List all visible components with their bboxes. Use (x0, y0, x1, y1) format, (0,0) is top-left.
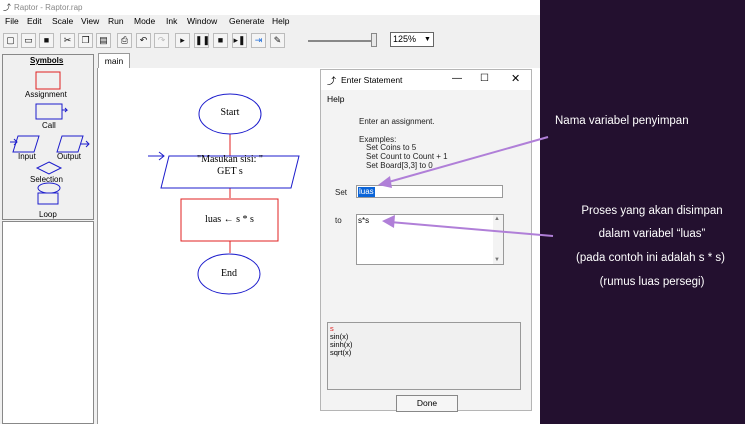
title-bar: ⤴ Raptor - Raptor.rap (0, 0, 540, 15)
annotation-process-line-1: Proses yang akan disimpan (581, 205, 723, 217)
function-suggestions-list[interactable]: s sin(x) sinh(x) sqrt(x) (327, 322, 521, 390)
undo-icon[interactable]: ↶ (136, 33, 151, 48)
variables-panel (2, 221, 94, 424)
maximize-icon[interactable]: ☐ (480, 73, 489, 84)
annotation-process-line-4: (rumus luas persegi) (599, 276, 705, 288)
menu-file[interactable]: File (5, 16, 19, 26)
call-symbol[interactable] (35, 103, 63, 120)
annotation-process-line-3: (pada contoh ini adalah s * s) (576, 252, 725, 264)
save-icon[interactable]: ■ (39, 33, 54, 48)
menu-bar: File Edit Scale View Run Mode Ink Window… (0, 15, 540, 28)
symbol-label-loop: Loop (39, 210, 57, 219)
dialog-title-bar: ⤴ Enter Statement — ☐ ✕ (321, 70, 531, 90)
speed-slider-track[interactable] (308, 40, 372, 42)
expression-input[interactable]: s*s ▲ ▼ (356, 214, 504, 265)
symbols-panel: Symbols Assignment Call Input Output Sel… (2, 54, 94, 220)
set-label: Set (335, 188, 348, 197)
set-variable-value: luas (358, 187, 375, 197)
instruction-text: Enter an assignment. (359, 117, 435, 126)
menu-edit[interactable]: Edit (27, 16, 42, 26)
zoom-select[interactable]: 125% ▼ (390, 32, 434, 47)
assignment-label: luas ← s * s (205, 214, 254, 225)
symbols-icons (10, 71, 90, 205)
pen-icon[interactable]: ✎ (270, 33, 285, 48)
symbol-label-assignment: Assignment (25, 90, 67, 99)
input-text: "Masukan sisi: " GET s (166, 154, 294, 178)
menu-run[interactable]: Run (108, 16, 124, 26)
dialog-title: Enter Statement (341, 75, 403, 85)
input-get: GET s (217, 166, 243, 177)
print-icon[interactable]: ⎙ (117, 33, 132, 48)
symbol-label-output: Output (57, 152, 82, 161)
open-folder-icon[interactable]: ▭ (21, 33, 36, 48)
enter-statement-dialog: ⤴ Enter Statement — ☐ ✕ Help Enter an as… (320, 69, 532, 412)
to-label: to (335, 216, 342, 225)
close-icon[interactable]: ✕ (511, 72, 520, 85)
menu-scale[interactable]: Scale (52, 16, 73, 26)
function-items: s sin(x) sinh(x) sqrt(x) (330, 325, 353, 357)
step-icon[interactable]: ▸❚ (232, 33, 247, 48)
scroll-down-icon[interactable]: ▼ (494, 257, 500, 263)
tab-main[interactable]: main (98, 53, 130, 68)
redo-icon[interactable]: ↷ (154, 33, 169, 48)
chevron-down-icon[interactable]: ▼ (423, 34, 432, 45)
new-file-icon[interactable]: ▢ (3, 33, 18, 48)
set-variable-input[interactable]: luas (356, 185, 503, 198)
step-into-icon[interactable]: ⇥ (251, 33, 266, 48)
assignment-symbol[interactable] (35, 71, 61, 90)
menu-ink[interactable]: Ink (166, 16, 177, 26)
expression-scrollbar[interactable]: ▲ ▼ (493, 215, 503, 264)
example-2: Set Count to Count + 1 (366, 152, 448, 161)
scroll-up-icon[interactable]: ▲ (494, 216, 500, 222)
annotation-process-line-2: dalam variabel “luas” (598, 228, 706, 240)
menu-help[interactable]: Help (272, 16, 289, 26)
loop-symbol[interactable] (37, 182, 61, 194)
annotation-variable-name: Nama variabel penyimpan (555, 115, 689, 127)
menu-mode[interactable]: Mode (134, 16, 155, 26)
toolbar: ▢ ▭ ■ ✂ ❐ ▤ ⎙ ↶ ↷ ▸ ❚❚ ■ ▸❚ ⇥ ✎ (0, 31, 540, 51)
call-arrow-icon (62, 107, 69, 113)
input-arrow-icon (148, 151, 165, 161)
symbol-label-selection: Selection (30, 175, 63, 184)
stop-icon[interactable]: ■ (213, 33, 228, 48)
window-title: Raptor - Raptor.rap (14, 3, 83, 12)
minimize-icon[interactable]: — (452, 73, 462, 84)
expression-value: s*s (358, 216, 370, 225)
start-label: Start (220, 107, 240, 118)
input-symbol[interactable] (12, 135, 40, 153)
zoom-value: 125% (393, 34, 417, 44)
speed-slider-thumb[interactable] (371, 33, 377, 47)
pause-icon[interactable]: ❚❚ (194, 33, 210, 48)
suggestion-item[interactable]: sqrt(x) (330, 349, 353, 357)
loop-body-symbol (37, 192, 59, 205)
output-arrow-icon (81, 140, 90, 148)
raptor-logo-icon: ⤴ (327, 76, 337, 86)
dialog-menu-help[interactable]: Help (327, 94, 344, 104)
menu-view[interactable]: View (81, 16, 99, 26)
menu-generate[interactable]: Generate (229, 16, 264, 26)
menu-window[interactable]: Window (187, 16, 217, 26)
raptor-window: ⤴ Raptor - Raptor.rap File Edit Scale Vi… (0, 0, 540, 424)
cut-icon[interactable]: ✂ (60, 33, 75, 48)
paste-icon[interactable]: ▤ (96, 33, 111, 48)
example-3: Set Board[3,3] to 0 (366, 161, 433, 170)
symbol-label-input: Input (18, 152, 36, 161)
copy-icon[interactable]: ❐ (78, 33, 93, 48)
selection-symbol[interactable] (35, 161, 63, 175)
done-button[interactable]: Done (396, 395, 458, 412)
output-symbol[interactable] (56, 135, 84, 153)
input-prompt: "Masukan sisi: " (197, 154, 263, 165)
play-icon[interactable]: ▸ (175, 33, 190, 48)
symbol-label-call: Call (42, 121, 56, 130)
example-1: Set Coins to 5 (366, 143, 417, 152)
end-label: End (220, 268, 238, 279)
raptor-logo-icon: ⤴ (3, 3, 11, 12)
